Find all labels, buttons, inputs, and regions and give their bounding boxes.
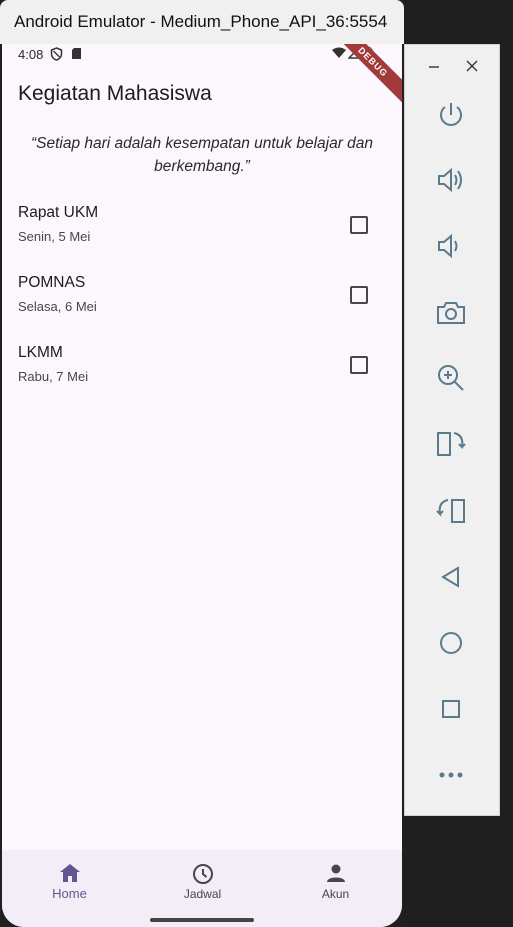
volume-down-button[interactable] xyxy=(429,226,473,270)
close-icon[interactable] xyxy=(465,57,479,78)
volume-up-button[interactable] xyxy=(429,160,473,204)
activity-list: Rapat UKM Senin, 5 Mei POMNAS Selasa, 6 … xyxy=(2,194,402,404)
back-icon xyxy=(434,560,468,599)
gesture-handle[interactable] xyxy=(150,918,254,922)
activity-checkbox[interactable] xyxy=(350,356,368,374)
nav-home-label: Home xyxy=(52,886,87,901)
window-title: Android Emulator - Medium_Phone_API_36:5… xyxy=(14,12,388,31)
nav-akun-label: Akun xyxy=(321,887,350,901)
list-item[interactable]: Rapat UKM Senin, 5 Mei xyxy=(2,194,402,264)
volume-up-icon xyxy=(434,163,468,202)
emulator-window: Android Emulator - Medium_Phone_API_36:5… xyxy=(0,0,404,927)
more-button[interactable] xyxy=(429,755,473,799)
list-item[interactable]: POMNAS Selasa, 6 Mei xyxy=(2,264,402,334)
activity-checkbox[interactable] xyxy=(350,216,368,234)
volume-down-icon xyxy=(434,229,468,268)
emulator-toolbar xyxy=(404,44,500,816)
home-icon xyxy=(59,863,81,888)
minimize-icon[interactable] xyxy=(427,57,441,78)
overview-icon xyxy=(434,692,468,731)
power-button[interactable] xyxy=(429,95,473,139)
person-icon xyxy=(326,863,346,888)
nav-jadwal-label: Jadwal xyxy=(183,887,222,901)
status-time: 4:08 xyxy=(18,47,44,62)
power-icon xyxy=(434,98,468,137)
overview-button[interactable] xyxy=(429,689,473,733)
window-titlebar[interactable]: Android Emulator - Medium_Phone_API_36:5… xyxy=(0,0,404,44)
activity-name: Rapat UKM xyxy=(18,204,99,221)
shield-icon xyxy=(50,47,63,64)
back-button[interactable] xyxy=(429,557,473,601)
nav-akun[interactable]: Akun xyxy=(269,850,402,927)
wifi-icon xyxy=(332,47,346,62)
nav-jadwal[interactable]: Jadwal xyxy=(136,850,269,927)
motivational-quote: “Setiap hari adalah kesempatan untuk bel… xyxy=(30,135,374,175)
bottom-navigation: Home Jadwal Akun xyxy=(2,850,402,927)
page-title: Kegiatan Mahasiswa xyxy=(18,82,212,105)
list-item[interactable]: LKMM Rabu, 7 Mei xyxy=(2,334,402,404)
activity-date: Selasa, 6 Mei xyxy=(18,299,97,314)
status-bar: 4:08 DEBUG xyxy=(2,44,402,107)
rotate-left-icon xyxy=(434,427,468,466)
home-circle-icon xyxy=(434,626,468,665)
zoom-button[interactable] xyxy=(429,358,473,402)
rotate-right-icon xyxy=(434,494,468,533)
camera-icon xyxy=(434,296,468,335)
rotate-left-button[interactable] xyxy=(429,424,473,468)
activity-name: LKMM xyxy=(18,344,63,361)
nav-home[interactable]: Home xyxy=(3,850,136,927)
more-icon xyxy=(434,758,468,797)
phone-screen: 4:08 DEBUG Kegiatan Mahasiswa “Setiap ha… xyxy=(2,44,402,927)
activity-checkbox[interactable] xyxy=(350,286,368,304)
zoom-icon xyxy=(434,361,468,400)
sd-card-icon xyxy=(71,47,82,63)
screenshot-button[interactable] xyxy=(429,293,473,337)
home-button[interactable] xyxy=(429,623,473,667)
clock-icon xyxy=(192,863,214,890)
activity-date: Rabu, 7 Mei xyxy=(18,369,89,384)
rotate-right-button[interactable] xyxy=(429,491,473,535)
activity-name: POMNAS xyxy=(18,274,86,291)
activity-date: Senin, 5 Mei xyxy=(18,229,91,244)
